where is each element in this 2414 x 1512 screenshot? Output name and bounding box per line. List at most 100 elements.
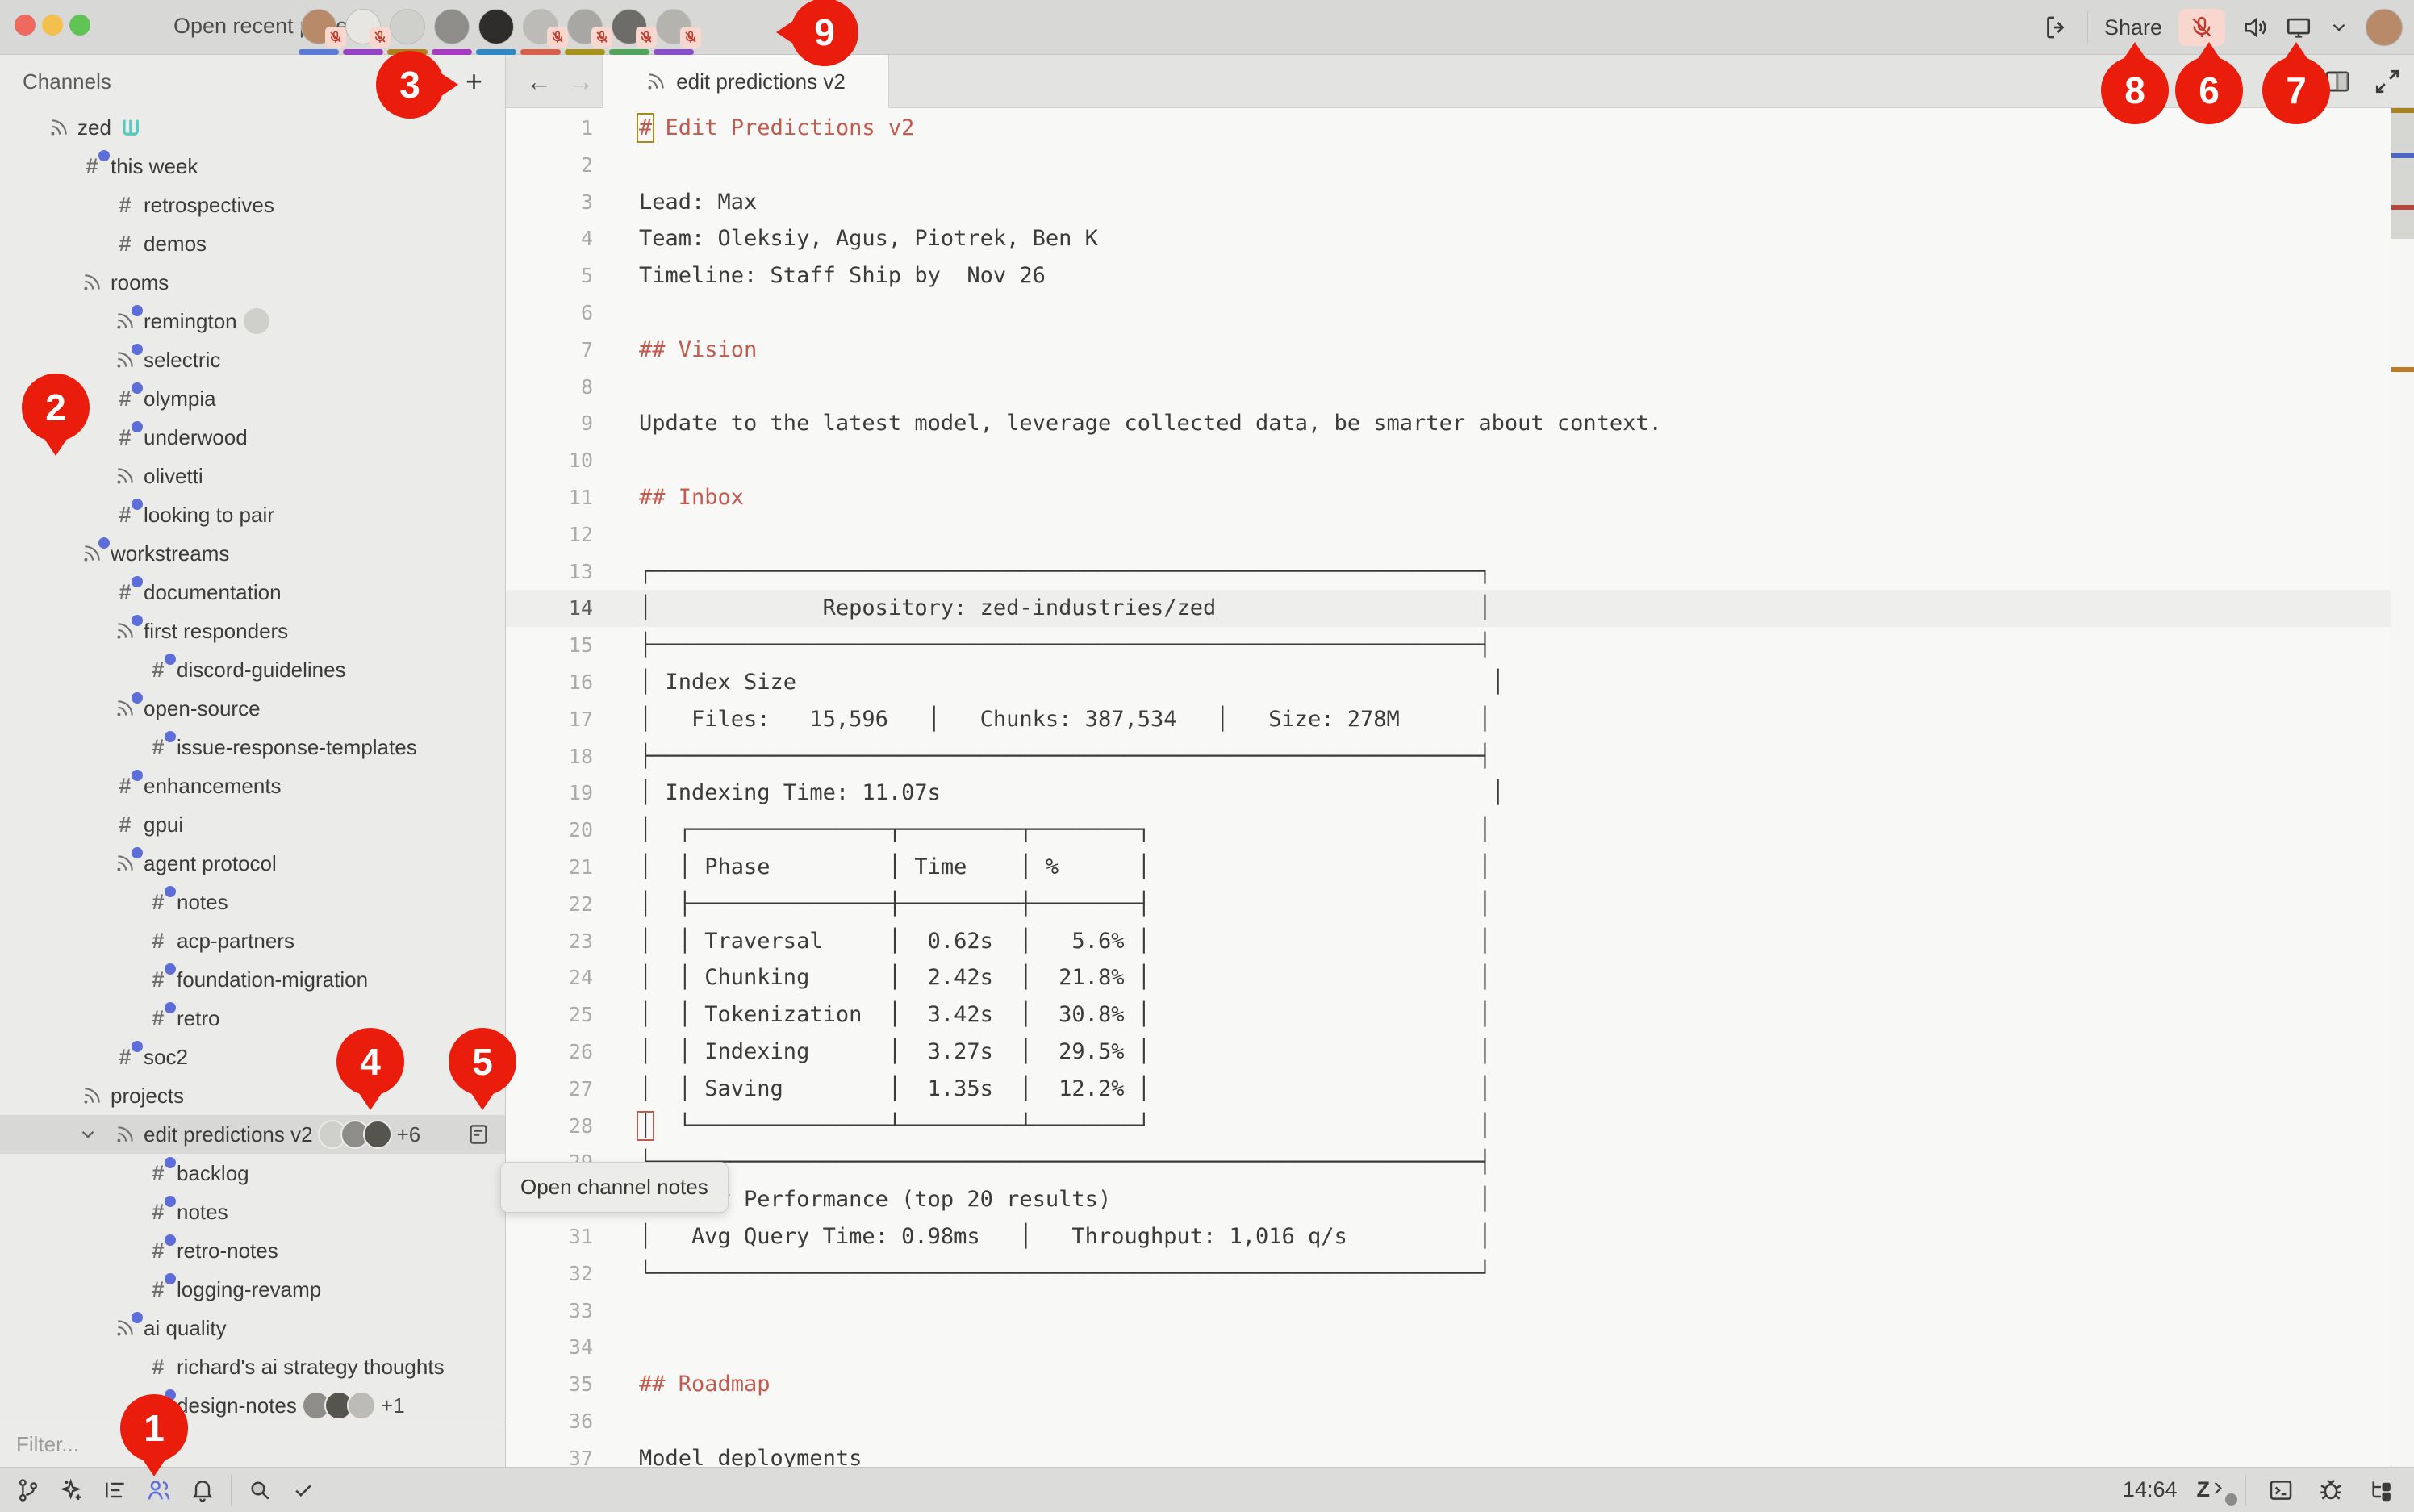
line-content[interactable]: ## Vision (639, 332, 757, 369)
sidebar-item-notes[interactable]: #notes (0, 883, 505, 921)
sidebar-item-richard-s-ai-strategy-thoughts[interactable]: #richard's ai strategy thoughts (0, 1347, 505, 1386)
tab-edit-predictions-v2[interactable]: edit predictions v2 (602, 55, 889, 108)
edit-prediction-zeta-icon[interactable]: Z (2197, 1477, 2227, 1502)
sidebar-item-notes[interactable]: #notes (0, 1192, 505, 1231)
line-content[interactable]: │ │ Traversal │ 0.62s │ 5.6% │ │ (639, 923, 1492, 960)
line-content[interactable]: │ │ Saving │ 1.35s │ 12.2% │ │ (639, 1071, 1492, 1108)
sidebar-item-rooms[interactable]: rooms (0, 263, 505, 302)
sidebar-item-backlog[interactable]: #backlog (0, 1154, 505, 1192)
participant-avatar[interactable] (345, 9, 381, 54)
sidebar-item-retrospectives[interactable]: #retrospectives (0, 186, 505, 224)
line-content[interactable]: │ │ Phase │ Time │ % │ │ (639, 849, 1492, 886)
line-content[interactable]: └───────────────────────────────────────… (639, 1255, 1492, 1293)
open-channel-notes-icon[interactable] (466, 1122, 491, 1147)
sidebar-item-agent-protocol[interactable]: agent protocol (0, 844, 505, 883)
diagnostics-check-icon[interactable] (288, 1475, 319, 1506)
participant-avatar[interactable] (567, 9, 603, 54)
window-controls[interactable] (15, 15, 90, 36)
syntax-tree-icon[interactable] (2366, 1475, 2396, 1506)
sidebar-item-zed[interactable]: zed (0, 108, 505, 147)
sidebar-item-looking-to-pair[interactable]: #looking to pair (0, 495, 505, 534)
line-content[interactable]: │ Query Performance (top 20 results) │ (639, 1181, 1492, 1218)
line-content[interactable]: # Edit Predictions v2 (639, 110, 914, 147)
chevron-down-icon[interactable] (2328, 17, 2349, 38)
participant-avatar[interactable] (523, 9, 558, 54)
call-participants[interactable] (301, 9, 691, 54)
cursor-position[interactable]: 14:64 (2123, 1477, 2178, 1502)
navigate-back-button[interactable]: ← (522, 65, 556, 98)
search-icon[interactable] (244, 1475, 275, 1506)
channel-filter-input[interactable]: Filter... (0, 1422, 505, 1467)
sidebar-item-discord-guidelines[interactable]: #discord-guidelines (0, 650, 505, 689)
line-content[interactable]: │ └───────────────┴─────────┴────────┘ │ (639, 1108, 1492, 1145)
line-content[interactable]: ├───────────────────────────────────────… (639, 1144, 1492, 1181)
navigate-forward-button[interactable]: → (564, 65, 598, 98)
line-content[interactable]: Team: Oleksiy, Agus, Piotrek, Ben K (639, 220, 1098, 257)
sidebar-item-documentation[interactable]: #documentation (0, 573, 505, 612)
participant-avatar[interactable] (434, 9, 470, 54)
line-content[interactable]: │ │ Indexing │ 3.27s │ 29.5% │ │ (639, 1034, 1492, 1071)
sidebar-item-logging-revamp[interactable]: #logging-revamp (0, 1270, 505, 1309)
close-window-icon[interactable] (15, 15, 36, 36)
zoom-window-icon[interactable] (69, 15, 90, 36)
notifications-bell-icon[interactable] (187, 1475, 218, 1506)
participant-avatar[interactable] (478, 9, 514, 54)
line-content[interactable]: ├───────────────────────────────────────… (639, 738, 1492, 775)
line-content[interactable]: ## Inbox (639, 479, 744, 516)
add-channel-button[interactable]: + (466, 67, 482, 96)
sidebar-item-gpui[interactable]: #gpui (0, 805, 505, 844)
sidebar-item-remington[interactable]: remington (0, 302, 505, 340)
terminal-icon[interactable] (2266, 1475, 2296, 1506)
line-content[interactable]: │ Repository: zed-industries/zed │ (639, 590, 1492, 627)
sidebar-item-foundation-migration[interactable]: #foundation-migration (0, 960, 505, 999)
editor-buffer[interactable]: 1# Edit Predictions v223Lead: Max4Team: … (506, 108, 2414, 1467)
sidebar-item-olivetti[interactable]: olivetti (0, 457, 505, 495)
debug-icon[interactable] (2316, 1475, 2346, 1506)
sidebar-item-issue-response-templates[interactable]: #issue-response-templates (0, 728, 505, 766)
chevron-down-icon[interactable] (77, 1124, 98, 1145)
sidebar-item-ai-quality[interactable]: ai quality (0, 1309, 505, 1347)
user-avatar[interactable] (2366, 9, 2403, 46)
sidebar-item-design-notes[interactable]: #design-notes+1 (0, 1386, 505, 1422)
sidebar-item-workstreams[interactable]: workstreams (0, 534, 505, 573)
expand-icon[interactable] (2372, 66, 2403, 97)
editor-scrollbar[interactable] (2391, 108, 2414, 1467)
sidebar-item-enhancements[interactable]: #enhancements (0, 766, 505, 805)
sidebar-item-edit-predictions-v2[interactable]: edit predictions v2+6 (0, 1115, 505, 1154)
minimize-window-icon[interactable] (42, 15, 63, 36)
participant-avatar[interactable] (301, 9, 336, 54)
line-content[interactable]: Timeline: Staff Ship by Nov 26 (639, 257, 1046, 294)
line-content[interactable]: ## Roadmap (639, 1366, 771, 1403)
line-content[interactable]: ┌───────────────────────────────────────… (639, 553, 1492, 591)
outline-panel-icon[interactable] (100, 1475, 131, 1506)
sidebar-item-demos[interactable]: #demos (0, 224, 505, 263)
line-content[interactable]: │ ┌───────────────┬─────────┬────────┐ │ (639, 812, 1492, 849)
sidebar-item-projects[interactable]: projects (0, 1076, 505, 1115)
participant-avatar[interactable] (656, 9, 691, 54)
microphone-muted-button[interactable] (2178, 9, 2225, 46)
sidebar-item-open-source[interactable]: open-source (0, 689, 505, 728)
sidebar-item-acp-partners[interactable]: #acp-partners (0, 921, 505, 960)
sidebar-item-retro[interactable]: #retro (0, 999, 505, 1038)
screen-share-icon[interactable] (2285, 14, 2312, 41)
collaboration-panel-icon[interactable] (144, 1475, 174, 1506)
sidebar-item-selectric[interactable]: selectric (0, 340, 505, 379)
line-content[interactable]: │ │ Tokenization │ 3.42s │ 30.8% │ │ (639, 996, 1492, 1034)
line-content[interactable]: Update to the latest model, leverage col… (639, 405, 1662, 442)
line-content[interactable]: │ Indexing Time: 11.07s │ (639, 775, 1505, 812)
participant-avatar[interactable] (612, 9, 647, 54)
line-content[interactable]: │ Index Size │ (639, 664, 1505, 701)
line-content[interactable]: Lead: Max (639, 184, 757, 221)
line-content[interactable]: │ ├───────────────┼─────────┼────────┤ │ (639, 886, 1492, 923)
line-content[interactable]: │ Avg Query Time: 0.98ms │ Throughput: 1… (639, 1218, 1492, 1255)
line-content[interactable]: │ Files: 15,596 │ Chunks: 387,534 │ Size… (639, 701, 1492, 738)
line-content[interactable]: ├───────────────────────────────────────… (639, 627, 1492, 664)
speaker-icon[interactable] (2241, 14, 2269, 41)
sidebar-item-soc2[interactable]: #soc2 (0, 1038, 505, 1076)
sidebar-item-this-week[interactable]: #this week (0, 147, 505, 186)
sidebar-item-first-responders[interactable]: first responders (0, 612, 505, 650)
line-content[interactable]: Model deployments (639, 1440, 862, 1467)
line-content[interactable]: │ │ Chunking │ 2.42s │ 21.8% │ │ (639, 959, 1492, 996)
share-button[interactable]: Share (2104, 15, 2162, 40)
git-branch-icon[interactable] (13, 1475, 44, 1506)
